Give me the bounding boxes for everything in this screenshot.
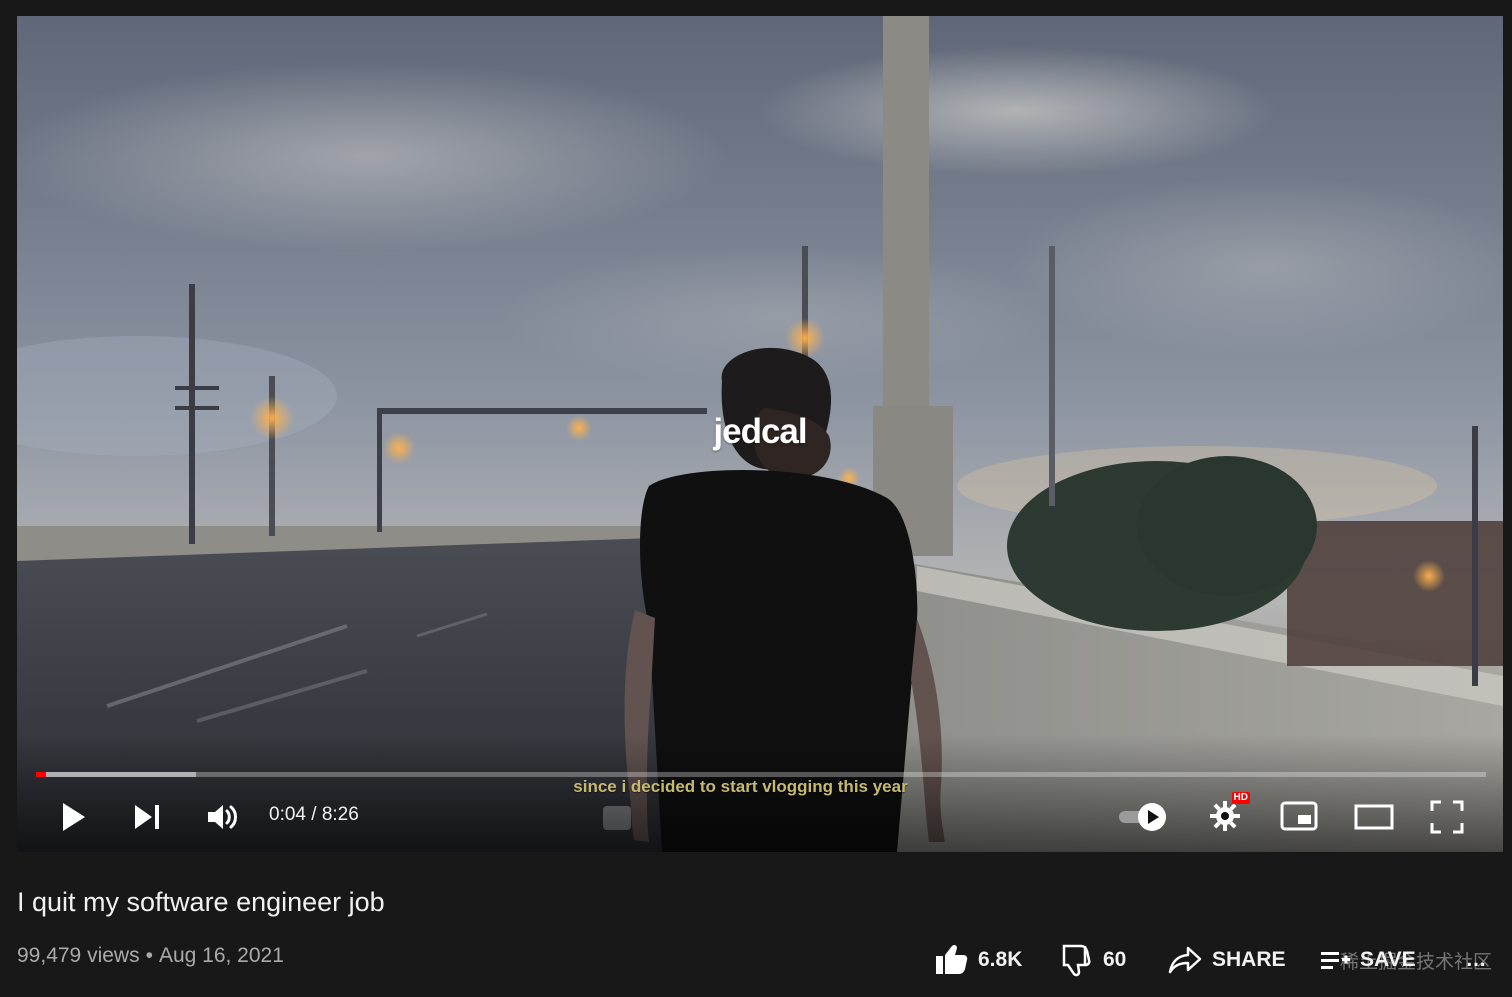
like-button[interactable]: 6.8K: [934, 938, 1029, 982]
miniplayer-button[interactable]: [1279, 798, 1319, 834]
closed-caption: since i decided to start vlogging this y…: [573, 777, 908, 796]
share-label: SHARE: [1212, 948, 1286, 971]
fullscreen-button[interactable]: [1428, 798, 1466, 836]
play-icon: [63, 803, 85, 831]
autoplay-toggle-icon: [1119, 803, 1166, 831]
volume-button[interactable]: [203, 798, 243, 836]
current-time: 0:04: [269, 804, 306, 825]
video-player[interactable]: jedcal since i decided to start vlogging…: [17, 16, 1503, 852]
video-meta: 99,479 views • Aug 16, 2021: [17, 944, 284, 968]
youtube-watch-page: jedcal since i decided to start vlogging…: [0, 0, 1512, 997]
save-label: SAVE: [1360, 948, 1416, 971]
view-count: 99,479 views: [17, 944, 140, 967]
channel-watermark: jedcal: [713, 412, 807, 451]
dislike-count: 60: [1103, 948, 1127, 971]
thumbs-up-icon: [936, 944, 968, 974]
progress-buffered: [36, 772, 196, 777]
settings-gear-icon: [1210, 801, 1240, 831]
settings-button[interactable]: HD: [1204, 792, 1250, 836]
next-button[interactable]: [128, 798, 166, 836]
total-duration: 8:26: [321, 804, 359, 825]
share-button[interactable]: SHARE: [1168, 938, 1292, 982]
play-button[interactable]: [55, 798, 93, 836]
volume-icon: [208, 805, 237, 829]
autoplay-toggle[interactable]: [1113, 800, 1171, 834]
share-icon: [1168, 946, 1202, 974]
progress-bar[interactable]: [36, 772, 1486, 777]
time-display: 0:04 / 8:26: [269, 804, 359, 826]
save-playlist-add-icon: [1321, 952, 1350, 969]
like-count: 6.8K: [978, 948, 1023, 971]
next-icon: [135, 805, 159, 829]
dislike-button[interactable]: 60: [1061, 938, 1136, 982]
fullscreen-icon: [1430, 800, 1464, 834]
thumbs-down-icon: [1062, 944, 1091, 977]
upload-date: Aug 16, 2021: [158, 944, 284, 967]
theater-mode-button[interactable]: [1352, 800, 1396, 834]
progress-played: [36, 772, 47, 777]
time-separator: /: [305, 804, 322, 825]
video-actions: 6.8K 60 SHARE SAVE …: [934, 938, 1494, 986]
meta-separator: •: [145, 944, 153, 967]
more-actions-button[interactable]: …: [1458, 938, 1494, 982]
save-button[interactable]: SAVE: [1320, 938, 1434, 982]
video-title: I quit my software engineer job: [17, 887, 385, 917]
hd-badge: HD: [1231, 792, 1250, 804]
theater-mode-icon: [1354, 804, 1394, 830]
miniplayer-icon: [1280, 801, 1318, 831]
more-actions-icon: …: [1465, 948, 1487, 971]
